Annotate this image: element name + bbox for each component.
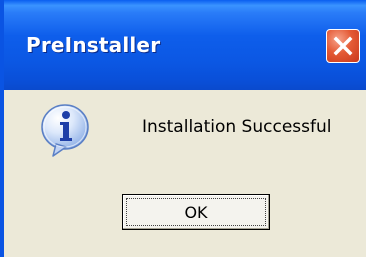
message-text: Installation Successful [142, 117, 332, 137]
ok-button[interactable]: OK [122, 194, 270, 230]
ok-button-label: OK [184, 202, 208, 222]
dialog-body: Installation Successful OK [4, 90, 366, 257]
dialog-window: PreInstaller Installation Successful OK [0, 0, 366, 257]
info-icon [41, 104, 89, 157]
close-button[interactable] [326, 29, 360, 63]
window-title: PreInstaller [26, 33, 161, 57]
close-icon [333, 36, 353, 56]
title-bar[interactable]: PreInstaller [4, 0, 366, 90]
